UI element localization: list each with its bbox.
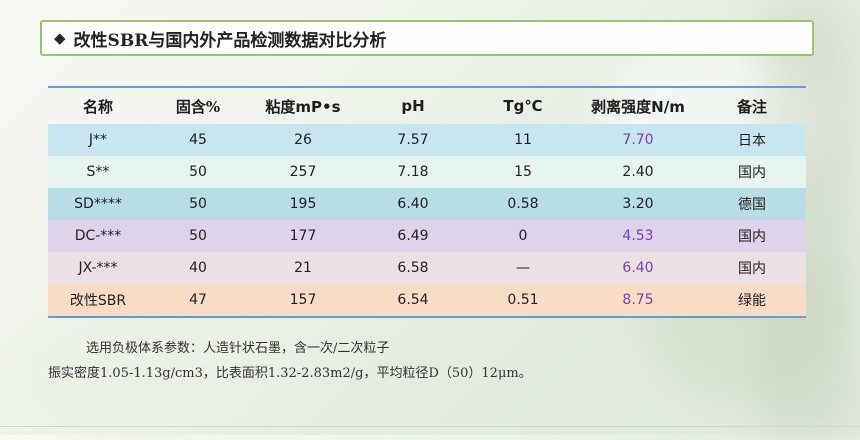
cell-tg: 11 — [514, 132, 532, 148]
cell-name: JX-*** — [78, 260, 118, 276]
table-row: DC-*** 50 177 6.49 0 4.53 国内 — [48, 220, 806, 252]
table-bottom-rule — [48, 316, 806, 318]
cell-ph: 7.18 — [397, 164, 429, 180]
comparison-table: 名称 固含% 粘度mP•s pH Tg℃ 剥离强度N/m 备注 J** 45 2… — [48, 86, 806, 318]
cell-viscosity: 21 — [294, 260, 312, 276]
cell-peel-strength: 4.53 — [622, 228, 654, 244]
cell-solid-content: 50 — [189, 196, 207, 212]
cell-solid-content: 47 — [189, 292, 207, 308]
cell-viscosity: 26 — [294, 132, 312, 148]
cell-remark: 国内 — [738, 165, 766, 181]
cell-name: J** — [88, 132, 108, 148]
table-row: SD**** 50 195 6.40 0.58 3.20 德国 — [48, 188, 806, 220]
header-solid-content: 固含% — [175, 97, 221, 116]
table-header-row: 名称 固含% 粘度mP•s pH Tg℃ 剥离强度N/m 备注 — [48, 86, 806, 124]
title-bar: ◆ 改性SBR与国内外产品检测数据对比分析 — [40, 20, 814, 56]
table-row: S** 50 257 7.18 15 2.40 国内 — [48, 156, 806, 188]
cell-tg: 0.58 — [507, 196, 539, 212]
header-peel-strength: 剥离强度N/m — [591, 97, 685, 116]
cell-remark: 绿能 — [738, 293, 766, 309]
cell-viscosity: 195 — [289, 196, 317, 212]
note-anode-system: 选用负极体系参数：人造针状石墨，含一次/二次粒子 — [86, 341, 390, 356]
cell-solid-content: 50 — [189, 228, 207, 244]
note-material-params: 振实密度1.05-1.13g/cm3，比表面积1.32-2.83m2/g，平均粒… — [48, 366, 532, 381]
cell-peel-strength: 7.70 — [622, 132, 654, 148]
table-row: JX-*** 40 21 6.58 — 6.40 国内 — [48, 252, 806, 284]
cell-viscosity: 257 — [289, 164, 317, 180]
cell-tg: 0 — [518, 228, 528, 244]
diamond-bullet-icon: ◆ — [54, 29, 66, 47]
footer-divider — [0, 426, 860, 427]
cell-peel-strength: 3.20 — [622, 196, 654, 212]
header-viscosity: 粘度mP•s — [265, 97, 341, 116]
cell-ph: 6.58 — [397, 260, 429, 276]
cell-tg: 0.51 — [507, 292, 539, 308]
cell-viscosity: 177 — [289, 228, 317, 244]
table-row: J** 45 26 7.57 11 7.70 日本 — [48, 124, 806, 156]
cell-remark: 国内 — [738, 229, 766, 245]
cell-tg: 15 — [514, 164, 532, 180]
header-name: 名称 — [82, 97, 113, 116]
cell-ph: 7.57 — [397, 132, 429, 148]
cell-peel-strength: 2.40 — [622, 164, 654, 180]
cell-name: 改性SBR — [69, 293, 127, 309]
cell-name: SD**** — [74, 196, 122, 212]
table-row: 改性SBR 47 157 6.54 0.51 8.75 绿能 — [48, 284, 806, 316]
cell-ph: 6.54 — [397, 292, 429, 308]
cell-tg: — — [516, 260, 530, 276]
cell-name: DC-*** — [74, 228, 122, 244]
cell-peel-strength: 6.40 — [622, 260, 654, 276]
cell-solid-content: 40 — [189, 260, 207, 276]
cell-solid-content: 50 — [189, 164, 207, 180]
cell-name: S** — [86, 164, 110, 180]
cell-solid-content: 45 — [189, 132, 207, 148]
cell-peel-strength: 8.75 — [622, 292, 654, 308]
cell-viscosity: 157 — [289, 292, 317, 308]
cell-ph: 6.40 — [397, 196, 429, 212]
header-remark: 备注 — [736, 97, 767, 116]
cell-remark: 德国 — [738, 197, 766, 213]
cell-remark: 日本 — [738, 133, 766, 149]
cell-ph: 6.49 — [397, 228, 429, 244]
header-tg: Tg℃ — [503, 97, 543, 115]
slide-title: 改性SBR与国内外产品检测数据对比分析 — [73, 30, 387, 51]
cell-remark: 国内 — [738, 261, 766, 277]
header-ph: pH — [401, 97, 425, 115]
